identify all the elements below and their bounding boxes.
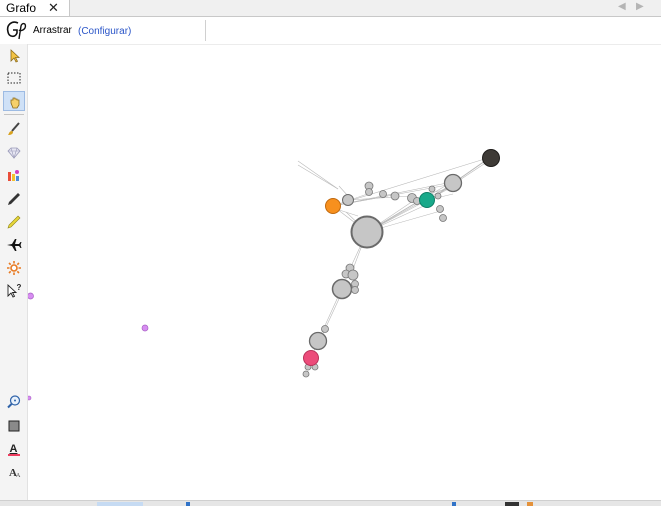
status-marker (527, 502, 533, 506)
bottom-status-bar (0, 500, 661, 506)
diamond-painter-icon (7, 147, 21, 160)
heat-map-button[interactable] (3, 258, 25, 278)
font-color-icon: A (8, 443, 20, 456)
select-arrow-icon (10, 49, 21, 63)
graph-node-violet[interactable] (141, 324, 149, 332)
heat-bar-button[interactable] (3, 166, 25, 186)
node-layer (28, 149, 500, 401)
graph-node[interactable] (428, 185, 436, 193)
graph-node[interactable] (365, 188, 373, 196)
rectangle-select-icon (7, 72, 21, 84)
status-marker (452, 502, 456, 506)
background-color-button[interactable] (3, 416, 25, 436)
status-segment (97, 502, 143, 506)
tab-label: Grafo (6, 1, 37, 15)
sun-icon (7, 261, 21, 275)
help-glyph: ? (17, 283, 22, 292)
status-marker (186, 502, 190, 506)
close-icon[interactable]: ✕ (48, 0, 59, 15)
zoom-button[interactable] (3, 392, 25, 412)
graph-node[interactable] (347, 269, 359, 281)
font-color-button[interactable]: A (3, 439, 25, 459)
graph-node[interactable] (331, 278, 353, 300)
tab-graph[interactable]: Grafo ✕ (0, 0, 70, 16)
font-size-button[interactable]: AA (3, 462, 25, 482)
pencil-tool-button[interactable] (3, 189, 25, 209)
graph-node-teal[interactable] (419, 192, 435, 208)
font-size-icon: AA (9, 467, 21, 479)
gephi-logo-icon (6, 21, 27, 40)
help-tool-button[interactable]: ? (3, 281, 25, 301)
toolbar-divider (205, 20, 206, 41)
nav-prev-icon[interactable]: ◀ (618, 0, 626, 14)
edge-pencil-button[interactable] (3, 212, 25, 232)
shortest-path-button[interactable] (3, 235, 25, 255)
select-tool-button[interactable] (3, 46, 25, 66)
graph-node-dark[interactable] (482, 149, 500, 167)
graph-node-violet-edge[interactable] (28, 395, 32, 401)
heat-bar-icon (8, 170, 19, 181)
pencil-icon (8, 193, 20, 205)
font-color-glyph: A (10, 443, 18, 455)
airplane-icon (7, 239, 22, 251)
font-size-glyph-small: A (16, 473, 21, 479)
graph-node-violet-edge[interactable] (28, 292, 34, 300)
background-color-icon (8, 420, 20, 432)
graph-node[interactable] (390, 191, 400, 201)
graph-node[interactable] (308, 331, 328, 351)
help-cursor-icon: ? (7, 283, 22, 298)
edge-pencil-icon (7, 215, 21, 229)
graph-node[interactable] (302, 370, 310, 378)
graph-node[interactable] (342, 194, 354, 206)
status-marker (505, 502, 519, 506)
tool-options-bar: Arrastrar (Configurar) (0, 17, 661, 45)
zoom-in-icon (7, 395, 21, 409)
configure-link[interactable]: (Configurar) (78, 26, 131, 37)
brush-tool-button[interactable] (3, 119, 25, 139)
graph-canvas[interactable] (28, 44, 661, 500)
graph-edge (297, 164, 339, 190)
graph-node[interactable] (379, 190, 387, 198)
graph-node[interactable] (443, 173, 463, 193)
nav-next-icon[interactable]: ▶ (636, 0, 644, 14)
graph-node[interactable] (351, 286, 359, 294)
drag-tool-button[interactable] (3, 91, 25, 111)
graph-node[interactable] (434, 192, 442, 200)
graph-node[interactable] (321, 325, 329, 333)
graph-node-orange[interactable] (325, 198, 341, 214)
graph-edge (297, 160, 339, 190)
drag-hand-icon (10, 97, 20, 109)
tools-sidebar: ? A AA (0, 44, 28, 505)
brush-icon (8, 122, 20, 135)
diamond-painter-button[interactable] (3, 143, 25, 163)
graph-node[interactable] (436, 205, 444, 213)
graph-node-pink[interactable] (303, 350, 319, 366)
graph-node-hub[interactable] (350, 215, 384, 249)
tab-bar: Grafo ✕ ◀ ▶ (0, 0, 661, 17)
tool-group-divider (4, 114, 24, 115)
rectangle-select-button[interactable] (3, 68, 25, 88)
active-tool-name: Arrastrar (33, 25, 72, 36)
graph-node[interactable] (439, 214, 447, 222)
